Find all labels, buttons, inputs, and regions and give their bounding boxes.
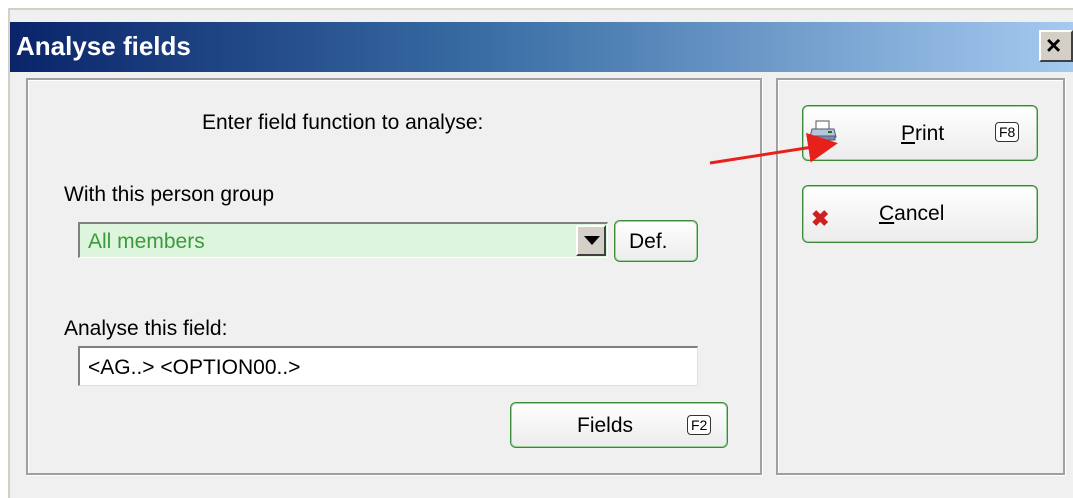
close-button[interactable]: × (1039, 30, 1073, 62)
analyse-field-value: <AG..> <OPTION00..> (88, 356, 301, 379)
window-title: Analyse fields (16, 31, 191, 61)
person-group-select[interactable]: All members (78, 222, 608, 258)
person-group-label: With this person group (64, 183, 275, 206)
person-group-value: All members (88, 230, 205, 253)
close-icon: × (1046, 30, 1062, 60)
analyse-field-input[interactable]: <AG..> <OPTION00..> (78, 346, 698, 386)
fields-button[interactable]: Fields F2 (510, 402, 728, 448)
title-bar: Analyse fields × (10, 22, 1073, 72)
print-button[interactable]: Print F8 (802, 105, 1038, 161)
dropdown-arrow-button[interactable] (576, 225, 606, 256)
print-button-label: Print (901, 122, 945, 145)
cancel-button-label: Cancel (879, 202, 945, 225)
prompt-label: Enter field function to analyse: (202, 111, 484, 134)
printer-icon (809, 120, 837, 141)
analyse-field-label: Analyse this field: (64, 317, 228, 340)
f2-key-badge: F2 (687, 415, 712, 435)
cancel-button[interactable]: ✖ Cancel (802, 185, 1038, 243)
cancel-x-icon: ✖ (811, 206, 830, 231)
f8-key-badge: F8 (995, 122, 1020, 142)
def-button-label: Def. (629, 230, 668, 253)
fields-button-label: Fields (577, 414, 634, 437)
def-button[interactable]: Def. (614, 220, 698, 262)
chevron-down-icon (584, 236, 600, 245)
